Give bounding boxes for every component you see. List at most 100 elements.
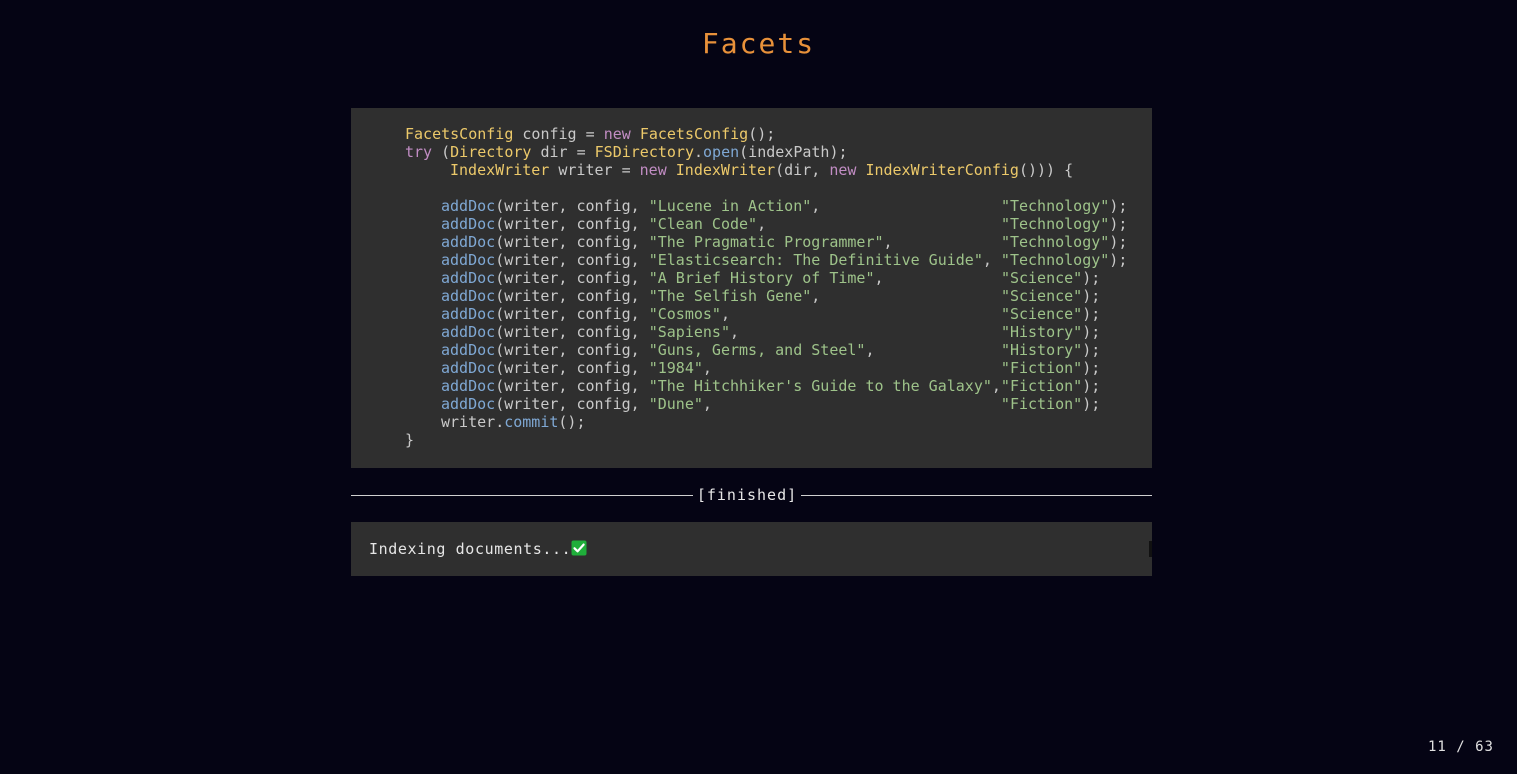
- code-token: );: [1082, 359, 1101, 377]
- code-token: );: [1082, 377, 1101, 395]
- doc-category: "Fiction": [1000, 395, 1083, 413]
- code-token: ,: [702, 395, 1001, 413]
- output-line: Indexing documents...: [369, 540, 587, 558]
- doc-title: "Lucene in Action": [648, 197, 812, 215]
- doc-category: "History": [1000, 341, 1083, 359]
- code-token: ,: [991, 377, 1001, 395]
- code-token: (writer, config,: [495, 377, 649, 395]
- code-token: );: [1082, 305, 1101, 323]
- code-token: }: [405, 431, 415, 449]
- page-counter: 11 / 63: [1427, 739, 1494, 755]
- add-doc-line: addDoc(writer, config, "Guns, Germs, and…: [441, 341, 1100, 359]
- code-token: );: [1109, 197, 1128, 215]
- code-token: ,: [730, 323, 1001, 341]
- code-token: ,: [811, 197, 1001, 215]
- doc-category: "Fiction": [1000, 377, 1083, 395]
- code-token: );: [1109, 251, 1128, 269]
- code-token: (dir,: [775, 161, 830, 179]
- output-panel: Indexing documents...: [351, 522, 1152, 576]
- code-line-2: try (Directory dir = FSDirectory.open(in…: [405, 143, 848, 161]
- code-token: );: [1082, 323, 1101, 341]
- divider-rule-right: [801, 495, 1152, 496]
- code-token: ();: [748, 125, 776, 143]
- code-token: (writer, config,: [495, 197, 649, 215]
- code-token: (writer, config,: [495, 305, 649, 323]
- doc-title: "The Selfish Gene": [648, 287, 812, 305]
- run-status-label: [finished]: [696, 486, 798, 504]
- code-token: );: [1082, 269, 1101, 287]
- code-token: commit: [504, 413, 559, 431]
- doc-title: "The Pragmatic Programmer": [648, 233, 884, 251]
- code-token: new: [829, 161, 857, 179]
- add-doc-line: addDoc(writer, config, "Lucene in Action…: [441, 197, 1127, 215]
- code-token: addDoc: [441, 287, 496, 305]
- code-token: (writer, config,: [495, 269, 649, 287]
- code-token: addDoc: [441, 215, 496, 233]
- code-token: ())) {: [1018, 161, 1074, 179]
- code-token: new: [639, 161, 667, 179]
- add-doc-line: addDoc(writer, config, "Sapiens", "Histo…: [441, 323, 1100, 341]
- add-doc-line: addDoc(writer, config, "Dune", "Fiction"…: [441, 395, 1100, 413]
- code-token: (writer, config,: [495, 323, 649, 341]
- code-token: addDoc: [441, 377, 496, 395]
- code-token: FacetsConfig: [639, 125, 749, 143]
- doc-title: "Sapiens": [648, 323, 730, 341]
- run-status-divider: [finished]: [351, 485, 1152, 505]
- code-line-3: IndexWriter writer = new IndexWriter(dir…: [450, 161, 1073, 179]
- code-token: writer: [441, 413, 496, 431]
- code-token: (indexPath);: [739, 143, 848, 161]
- code-token: dir =: [531, 143, 595, 161]
- code-token: (writer, config,: [495, 287, 649, 305]
- doc-category: "Science": [1000, 287, 1083, 305]
- doc-title: "The Hitchhiker's Guide to the Galaxy": [648, 377, 992, 395]
- code-token: );: [1082, 341, 1101, 359]
- code-token: );: [1082, 395, 1101, 413]
- code-token: config =: [513, 125, 604, 143]
- code-token: .: [495, 413, 505, 431]
- terminal-cursor: [1149, 541, 1152, 557]
- code-token: addDoc: [441, 251, 496, 269]
- doc-category: "Science": [1000, 305, 1083, 323]
- doc-category: "Technology": [1000, 215, 1110, 233]
- code-token: (writer, config,: [495, 395, 649, 413]
- code-token: IndexWriterConfig: [865, 161, 1019, 179]
- code-token: open: [703, 143, 740, 161]
- code-token: );: [1109, 233, 1128, 251]
- code-token: try: [405, 143, 433, 161]
- check-mark-icon: [571, 540, 587, 556]
- code-token: FSDirectory: [594, 143, 694, 161]
- closing-brace-line: }: [405, 431, 414, 449]
- code-token: (writer, config,: [495, 341, 649, 359]
- code-token: ,: [720, 305, 1001, 323]
- code-token: ,: [757, 215, 1001, 233]
- code-block: FacetsConfig config = new FacetsConfig()…: [351, 108, 1152, 468]
- code-token: ,: [811, 287, 1001, 305]
- add-doc-line: addDoc(writer, config, "The Selfish Gene…: [441, 287, 1100, 305]
- code-line-1: FacetsConfig config = new FacetsConfig()…: [405, 125, 775, 143]
- code-token: ,: [874, 269, 1001, 287]
- code-token: addDoc: [441, 305, 496, 323]
- code-token: writer =: [549, 161, 640, 179]
- code-token: addDoc: [441, 359, 496, 377]
- add-doc-line: addDoc(writer, config, "The Pragmatic Pr…: [441, 233, 1127, 251]
- doc-category: "Technology": [1000, 233, 1110, 251]
- code-token: addDoc: [441, 323, 496, 341]
- code-token: (writer, config,: [495, 251, 649, 269]
- code-token: FacetsConfig: [405, 125, 514, 143]
- add-doc-line: addDoc(writer, config, "Elasticsearch: T…: [441, 251, 1127, 269]
- code-token: (writer, config,: [495, 215, 649, 233]
- code-token: addDoc: [441, 233, 496, 251]
- code-token: ,: [883, 233, 1001, 251]
- code-token: addDoc: [441, 341, 496, 359]
- doc-title: "1984": [648, 359, 703, 377]
- doc-title: "A Brief History of Time": [648, 269, 875, 287]
- code-token: IndexWriter: [675, 161, 776, 179]
- add-doc-line: addDoc(writer, config, "A Brief History …: [441, 269, 1100, 287]
- code-token: new: [603, 125, 631, 143]
- slide-title: Facets: [701, 27, 816, 60]
- commit-line: writer.commit();: [441, 413, 586, 431]
- code-token: addDoc: [441, 269, 496, 287]
- code-token: ,: [982, 251, 1001, 269]
- code-token: );: [1109, 215, 1128, 233]
